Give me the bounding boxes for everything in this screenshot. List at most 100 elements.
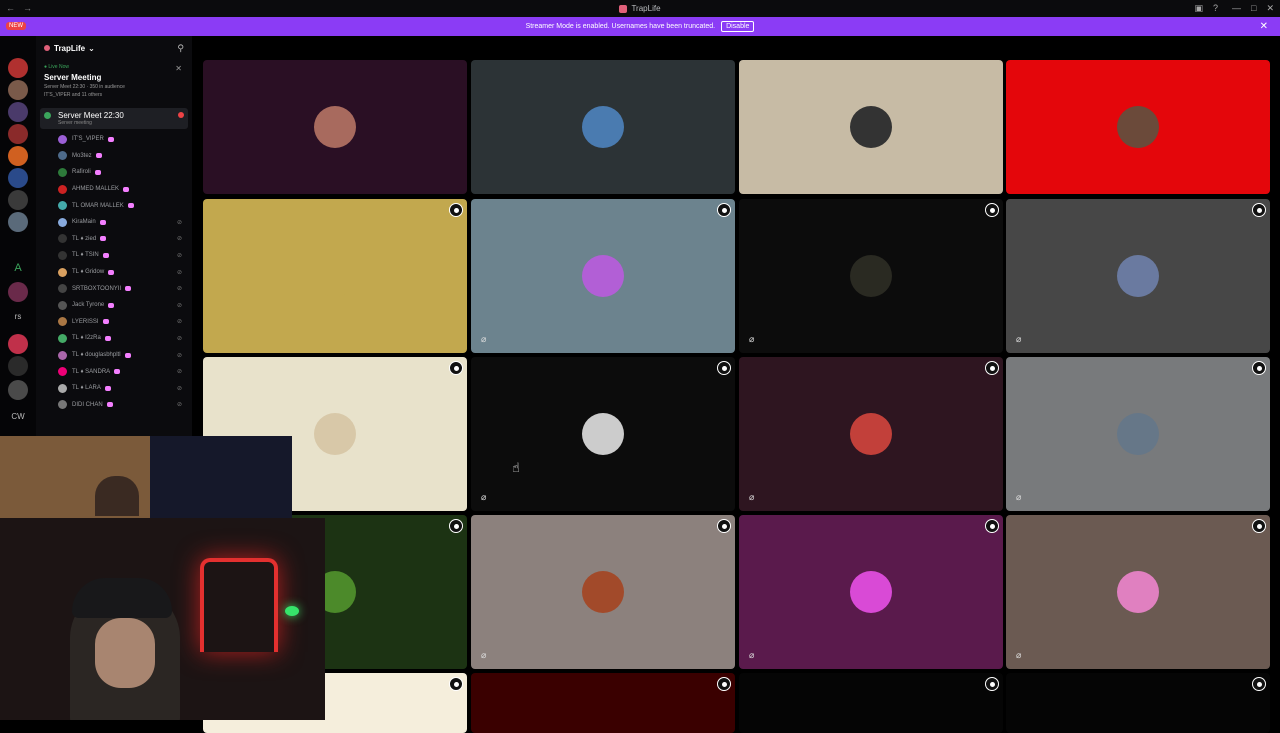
disable-button[interactable]: Disable xyxy=(721,21,755,32)
participant-tile[interactable] xyxy=(471,673,735,733)
tile-options-icon[interactable] xyxy=(985,361,999,375)
voice-member[interactable]: Mo3tez xyxy=(36,148,192,165)
participant-tile[interactable] xyxy=(1006,60,1270,194)
tile-options-icon[interactable] xyxy=(1252,361,1266,375)
voice-member[interactable]: IT'S_VIPER xyxy=(36,131,192,148)
participant-tile[interactable]: ⌀ xyxy=(739,199,1003,353)
avatar xyxy=(58,333,67,343)
forward-icon[interactable]: → xyxy=(23,3,32,13)
tile-options-icon[interactable] xyxy=(449,203,463,217)
server-letter[interactable]: CW xyxy=(6,412,30,421)
server-icon[interactable] xyxy=(8,146,28,166)
server-icon[interactable] xyxy=(8,58,28,78)
server-icon[interactable] xyxy=(8,190,28,210)
server-icon[interactable] xyxy=(8,334,28,354)
participant-tile[interactable] xyxy=(471,60,735,194)
member-name: TL ♦ I2zRa xyxy=(72,335,101,342)
live-subtitle: Server Meet 22:30 · 350 in audience xyxy=(44,84,125,90)
tile-options-icon[interactable] xyxy=(717,519,731,533)
tile-options-icon[interactable] xyxy=(717,203,731,217)
participant-tile[interactable]: ⌀ xyxy=(1006,515,1270,669)
avatar xyxy=(58,167,67,177)
banner-close-icon[interactable]: ✕ xyxy=(1260,21,1268,32)
voice-member[interactable]: TL ♦ TSIN ⊘ xyxy=(36,247,192,264)
participant-tile[interactable]: ⌀ xyxy=(471,199,735,353)
tile-options-icon[interactable] xyxy=(1252,203,1266,217)
server-header[interactable]: TrapLife ⌄ ⚲ xyxy=(36,36,192,60)
tile-options-icon[interactable] xyxy=(985,203,999,217)
inbox-icon[interactable]: ▣ xyxy=(1194,3,1203,14)
member-name: LYERISSI xyxy=(72,318,99,325)
voice-member[interactable]: KiraMain ⊘ xyxy=(36,214,192,231)
nitro-badge-icon xyxy=(104,385,111,391)
server-icon[interactable] xyxy=(8,282,28,302)
server-icon[interactable] xyxy=(8,168,28,188)
participant-tile[interactable]: ⌀ xyxy=(471,515,735,669)
close-icon[interactable]: ✕ xyxy=(175,64,182,73)
avatar xyxy=(58,300,67,310)
tile-options-icon[interactable] xyxy=(985,677,999,691)
server-letter[interactable]: A xyxy=(6,262,30,274)
tile-options-icon[interactable] xyxy=(449,519,463,533)
voice-member[interactable]: TL ♦ zied ⊘ xyxy=(36,231,192,248)
voice-member[interactable]: Rafiroli xyxy=(36,164,192,181)
participant-tile[interactable] xyxy=(739,673,1003,733)
tile-options-icon[interactable] xyxy=(717,361,731,375)
voice-member[interactable]: TL ♦ LARA ⊘ xyxy=(36,380,192,397)
maximize-button[interactable]: □ xyxy=(1251,3,1256,14)
server-icon[interactable] xyxy=(8,124,28,144)
minimize-button[interactable]: — xyxy=(1232,3,1241,14)
voice-channel[interactable]: Server Meet 22:30 Server meeting xyxy=(40,108,188,129)
participant-avatar xyxy=(314,255,356,297)
voice-member[interactable]: TL ♦ SANDRA ⊘ xyxy=(36,363,192,380)
voice-member[interactable]: TL ♦ I2zRa ⊘ xyxy=(36,330,192,347)
participant-tile[interactable]: ⌀ xyxy=(1006,199,1270,353)
participant-avatar xyxy=(582,571,624,613)
nitro-badge-icon xyxy=(95,153,102,159)
nitro-badge-icon xyxy=(102,319,109,325)
app-logo-icon xyxy=(619,4,628,13)
voice-member[interactable]: TL ♦ Gridow ⊘ xyxy=(36,264,192,281)
voice-member[interactable]: TL OMAR MALLEK xyxy=(36,197,192,214)
help-icon[interactable]: ? xyxy=(1213,3,1218,14)
participant-tile[interactable]: ⌀ xyxy=(739,357,1003,511)
muted-mic-icon: ⌀ xyxy=(1016,492,1022,502)
server-icon[interactable] xyxy=(8,212,28,232)
voice-member[interactable]: AHMED MALLEK xyxy=(36,181,192,198)
muted-mic-icon: ⌀ xyxy=(481,650,487,660)
participant-tile[interactable]: ⌀ xyxy=(471,357,735,511)
voice-member[interactable]: SRTBOXTOONYII ⊘ xyxy=(36,280,192,297)
member-name: TL ♦ SANDRA xyxy=(72,368,111,375)
participant-tile[interactable] xyxy=(203,199,467,353)
voice-member[interactable]: DIDI CHAN ⊘ xyxy=(36,397,192,414)
tile-options-icon[interactable] xyxy=(449,677,463,691)
avatar xyxy=(58,383,67,393)
voice-member[interactable]: LYERISSI ⊘ xyxy=(36,314,192,331)
voice-member[interactable]: TL ♦ douglasbhpltl ⊘ xyxy=(36,347,192,364)
muted-mic-icon: ⊘ xyxy=(176,302,182,309)
back-icon[interactable]: ← xyxy=(6,3,15,13)
server-icon[interactable] xyxy=(8,356,28,376)
live-stage-card[interactable]: ● Live Now Server Meeting Server Meet 22… xyxy=(42,60,186,102)
participant-avatar xyxy=(1117,413,1159,455)
banner-text: Streamer Mode is enabled. Usernames have… xyxy=(525,23,716,30)
tile-options-icon[interactable] xyxy=(1252,677,1266,691)
tile-options-icon[interactable] xyxy=(1252,519,1266,533)
participant-tile[interactable] xyxy=(203,60,467,194)
participant-tile[interactable]: ⌀ xyxy=(1006,357,1270,511)
tile-options-icon[interactable] xyxy=(985,519,999,533)
nitro-badge-icon xyxy=(94,169,101,175)
voice-member[interactable]: Jack Tyrone ⊘ xyxy=(36,297,192,314)
close-button[interactable]: ✕ xyxy=(1266,3,1274,14)
participant-tile[interactable] xyxy=(1006,673,1270,733)
participant-tile[interactable]: ⌀ xyxy=(739,515,1003,669)
tile-options-icon[interactable] xyxy=(449,361,463,375)
add-user-icon[interactable]: ⚲ xyxy=(177,43,184,54)
grid-header-area xyxy=(192,36,1280,60)
server-letter[interactable]: rs xyxy=(6,312,30,321)
participant-tile[interactable] xyxy=(739,60,1003,194)
server-icon[interactable] xyxy=(8,102,28,122)
server-icon[interactable] xyxy=(8,80,28,100)
server-icon[interactable] xyxy=(8,380,28,400)
tile-options-icon[interactable] xyxy=(717,677,731,691)
